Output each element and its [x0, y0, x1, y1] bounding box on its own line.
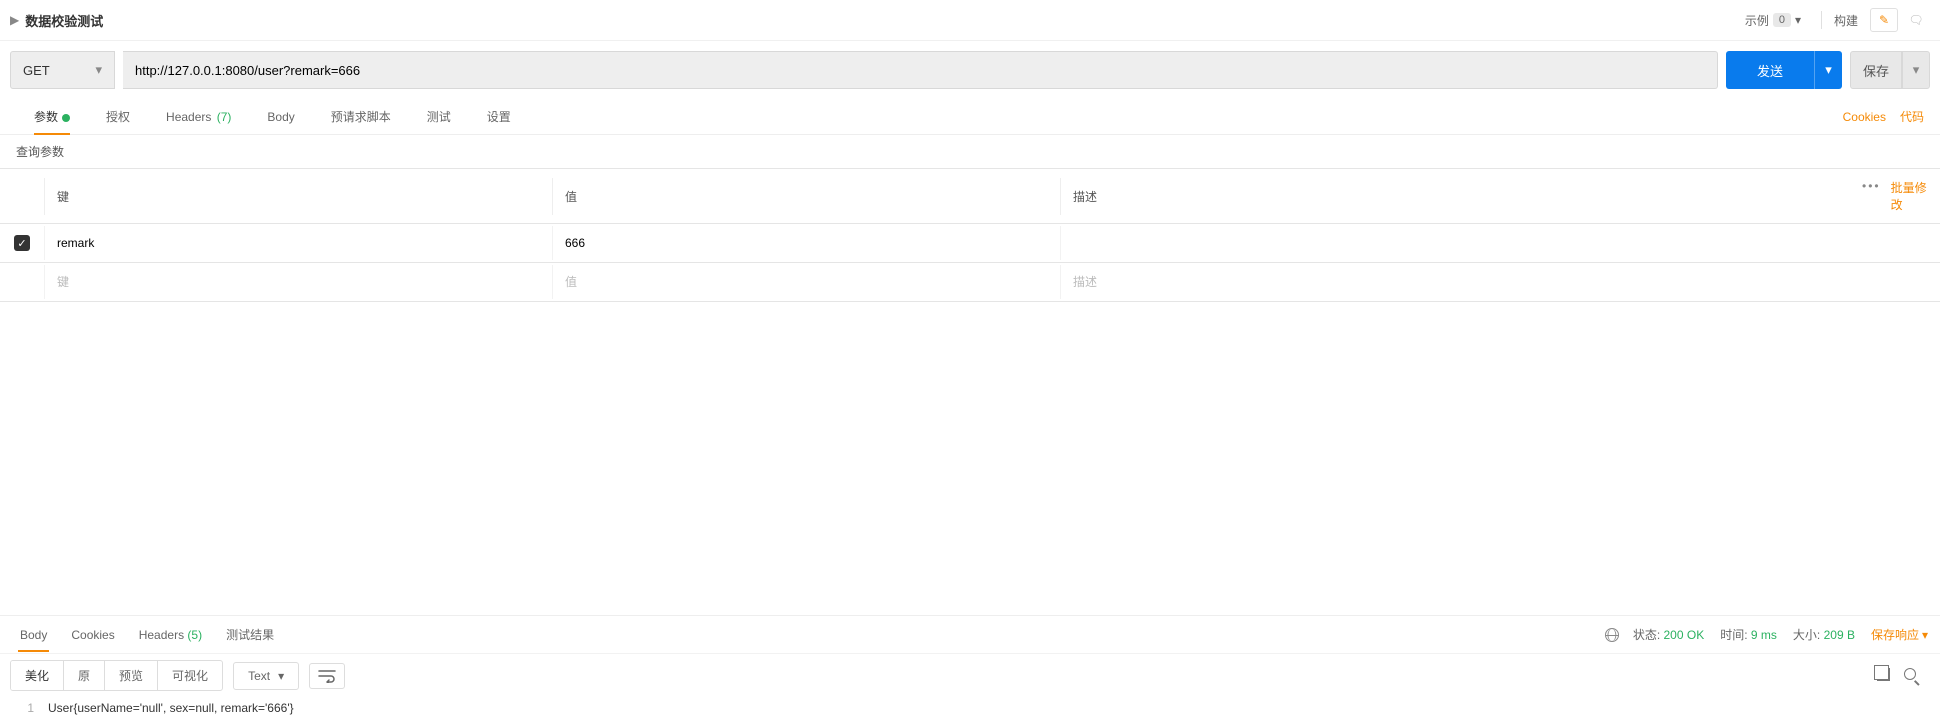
response-body-line: User{userName='null', sex=null, remark='… — [48, 701, 294, 715]
table-row: ✓ — [0, 224, 1940, 263]
url-input[interactable] — [123, 51, 1718, 89]
http-method-select[interactable]: GET ▾ — [10, 51, 115, 89]
request-tabs: 参数 授权 Headers (7) Body 预请求脚本 测试 设置 Cooki… — [0, 99, 1940, 135]
tab-tests[interactable]: 测试 — [409, 99, 469, 134]
time-value: 9 ms — [1751, 628, 1777, 642]
divider — [1821, 11, 1822, 29]
table-row-new — [0, 263, 1940, 302]
param-desc-input[interactable] — [1073, 236, 1838, 250]
save-dropdown-button[interactable]: ▾ — [1902, 51, 1930, 89]
line-number: 1 — [0, 701, 48, 715]
response-tabs: Body Cookies Headers (5) 测试结果 状态: 200 OK… — [0, 615, 1940, 653]
examples-count-badge: 0 — [1773, 13, 1791, 27]
comment-icon: 🗨 — [1908, 13, 1923, 27]
code-link[interactable]: 代码 — [1900, 108, 1924, 125]
chevron-down-icon: ▾ — [278, 669, 284, 683]
cookies-link[interactable]: Cookies — [1843, 110, 1886, 124]
view-preview[interactable]: 预览 — [104, 661, 157, 690]
resp-tab-tests[interactable]: 测试结果 — [214, 616, 286, 653]
chevron-down-icon: ▾ — [1922, 628, 1928, 642]
pencil-icon: ✎ — [1879, 13, 1889, 27]
examples-label: 示例 — [1745, 12, 1769, 29]
param-key-input-new[interactable] — [57, 275, 540, 289]
format-select[interactable]: Text ▾ — [233, 662, 299, 690]
row-checkbox[interactable]: ✓ — [14, 235, 30, 251]
url-bar: GET ▾ 发送 ▾ 保存 ▾ — [0, 41, 1940, 99]
response-body-viewer[interactable]: 1 User{userName='null', sex=null, remark… — [0, 697, 1940, 723]
globe-icon[interactable] — [1605, 628, 1619, 642]
tab-body[interactable]: Body — [249, 101, 312, 133]
col-key: 键 — [44, 178, 552, 215]
param-key-input[interactable] — [57, 236, 540, 250]
save-button[interactable]: 保存 — [1850, 51, 1902, 89]
view-visualize[interactable]: 可视化 — [157, 661, 222, 690]
save-response-dropdown[interactable]: 保存响应 ▾ — [1871, 626, 1928, 643]
col-value: 值 — [552, 178, 1060, 215]
copy-icon[interactable] — [1877, 668, 1890, 684]
param-value-input-new[interactable] — [565, 275, 1048, 289]
edit-button[interactable]: ✎ — [1870, 8, 1898, 32]
title-bar: ▶ 数据校验测试 示例 0 ▾ 构建 ✎ 🗨 — [0, 0, 1940, 41]
page-title: 数据校验测试 — [25, 11, 103, 30]
send-button[interactable]: 发送 — [1726, 51, 1814, 89]
http-method-value: GET — [23, 63, 50, 78]
chevron-down-icon: ▾ — [95, 62, 102, 78]
view-mode-group: 美化 原 预览 可视化 — [10, 660, 223, 691]
params-subheading: 查询参数 — [0, 135, 1940, 168]
send-dropdown-button[interactable]: ▾ — [1814, 51, 1842, 89]
tab-settings[interactable]: 设置 — [469, 99, 529, 134]
resp-tab-headers[interactable]: Headers (5) — [127, 618, 214, 652]
modified-dot-icon — [62, 114, 70, 122]
view-beautify[interactable]: 美化 — [11, 661, 63, 690]
params-header-row: 键 值 描述 ••• 批量修改 — [0, 169, 1940, 224]
resp-tab-body[interactable]: Body — [8, 618, 59, 652]
tab-headers[interactable]: Headers (7) — [148, 101, 249, 133]
build-link[interactable]: 构建 — [1834, 12, 1858, 29]
view-raw[interactable]: 原 — [63, 661, 104, 690]
resp-tab-cookies[interactable]: Cookies — [59, 618, 126, 652]
resp-headers-count: (5) — [187, 628, 202, 642]
param-value-input[interactable] — [565, 236, 1048, 250]
bulk-edit-link[interactable]: 批量修改 — [1891, 179, 1928, 213]
col-desc: 描述 — [1060, 178, 1850, 215]
comments-button[interactable]: 🗨 — [1902, 8, 1930, 32]
response-toolbar: 美化 原 预览 可视化 Text ▾ — [0, 653, 1940, 697]
wrap-toggle[interactable] — [309, 663, 345, 689]
size-value: 209 B — [1824, 628, 1855, 642]
tab-prerequest[interactable]: 预请求脚本 — [313, 99, 409, 134]
chevron-down-icon: ▾ — [1795, 13, 1801, 27]
wrap-icon — [318, 669, 336, 683]
tab-auth[interactable]: 授权 — [88, 99, 148, 134]
params-table: 键 值 描述 ••• 批量修改 ✓ — [0, 168, 1940, 302]
disclosure-triangle-icon[interactable]: ▶ — [10, 13, 19, 27]
search-icon[interactable] — [1904, 668, 1922, 684]
tab-params[interactable]: 参数 — [16, 99, 88, 134]
param-desc-input-new[interactable] — [1073, 275, 1838, 289]
examples-dropdown[interactable]: 示例 0 ▾ — [1737, 9, 1809, 32]
status-block: 状态: 200 OK 时间: 9 ms 大小: 209 B — [1633, 626, 1855, 643]
more-icon[interactable]: ••• — [1862, 179, 1881, 213]
status-value: 200 OK — [1664, 628, 1705, 642]
headers-count: (7) — [217, 110, 232, 124]
